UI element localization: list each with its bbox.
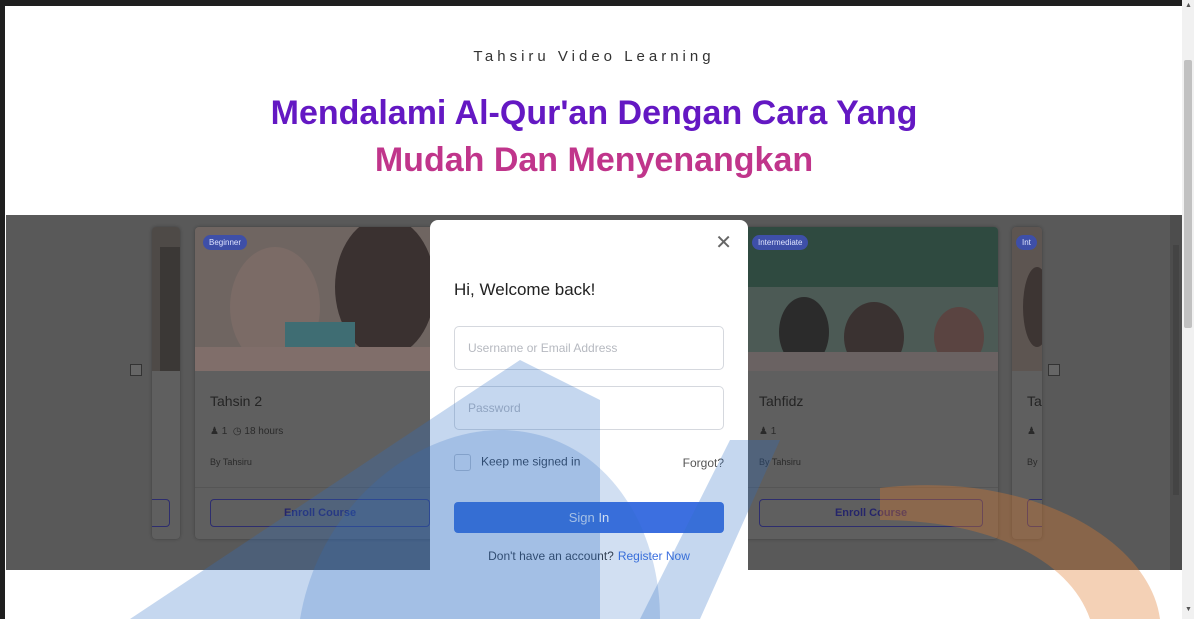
by-label: By [1027, 457, 1038, 467]
no-account-text: Don't have an account? [488, 549, 614, 563]
level-badge: Int [1016, 235, 1037, 250]
modal-title: Hi, Welcome back! [454, 280, 596, 299]
by-label: By [759, 457, 770, 467]
register-now-link[interactable]: Register Now [618, 549, 690, 563]
hero-eyebrow: Tahsiru Video Learning [473, 48, 715, 65]
course-card[interactable]: Int Ta ♟ By [1012, 227, 1042, 539]
keep-signed-in-label: Keep me signed in [481, 454, 581, 469]
user-icon: ♟ [210, 426, 219, 437]
course-author: By Tahsiru [210, 457, 252, 467]
headline-line-1: Mendalami Al-Qur'an Dengan Cara Yang [270, 94, 918, 132]
course-thumbnail [152, 227, 180, 371]
divider [195, 487, 445, 488]
keep-signed-in-checkbox[interactable] [454, 454, 471, 471]
course-title[interactable]: Tahfidz [759, 393, 803, 409]
carousel-prev-checkbox[interactable] [130, 364, 142, 376]
enroll-course-button[interactable]: Enroll Course [210, 499, 430, 527]
password-field[interactable]: Password [454, 386, 724, 430]
course-card[interactable] [152, 227, 180, 539]
headline-line-2: Mudah Dan Menyenangkan [374, 141, 814, 179]
course-duration: 18 hours [244, 426, 284, 437]
enroll-course-button[interactable] [152, 499, 170, 527]
page-scroll-thumb[interactable] [1184, 60, 1192, 328]
username-field[interactable]: Username or Email Address [454, 326, 724, 370]
sign-in-button[interactable]: Sign In [454, 502, 724, 533]
course-card[interactable]: Intermediate Tahfidz ♟ 1 By Tahsiru Enro… [744, 227, 998, 539]
course-meta: ♟ 1 [759, 426, 776, 437]
divider [744, 487, 998, 488]
hero-headline: Mendalami Al-Qur'an Dengan Cara Yang Mud… [6, 90, 1182, 184]
hero-section: Tahsiru Video Learning Mendalami Al-Qur'… [6, 6, 1182, 215]
author-name[interactable]: Tahsiru [223, 457, 252, 467]
register-prompt: Don't have an account? Register Now [430, 549, 748, 563]
enroll-course-button[interactable]: Enroll Course [759, 499, 983, 527]
scroll-up-icon[interactable]: ▲ [1185, 2, 1192, 9]
level-badge: Beginner [203, 235, 248, 250]
author-name[interactable]: Tahsiru [772, 457, 801, 467]
carousel-scroll-thumb[interactable] [1173, 245, 1179, 495]
by-label: By [210, 457, 221, 467]
keep-signed-in[interactable]: Keep me signed in [454, 454, 580, 471]
level-badge: Intermediate [752, 235, 809, 250]
course-title[interactable]: Ta [1027, 393, 1042, 409]
close-icon[interactable]: ✕ [715, 230, 732, 255]
page-scrollbar[interactable]: ▲ ▼ [1182, 0, 1194, 619]
clock-icon: ◷ [232, 426, 242, 437]
course-author: By Tahsiru [759, 457, 801, 467]
course-meta: ♟ 1 ◷ 18 hours [210, 426, 283, 437]
student-count: 1 [221, 426, 228, 437]
carousel-next-checkbox[interactable] [1048, 364, 1060, 376]
login-modal: ✕ Hi, Welcome back! Username or Email Ad… [430, 220, 748, 570]
forgot-password-link[interactable]: Forgot? [683, 456, 724, 470]
enroll-course-button[interactable] [1027, 499, 1042, 527]
course-card[interactable]: Beginner Tahsin 2 ♟ 1 ◷ 18 hours By Tahs… [195, 227, 445, 539]
user-icon: ♟ [1027, 426, 1036, 437]
course-title[interactable]: Tahsin 2 [210, 393, 262, 409]
scroll-down-icon[interactable]: ▼ [1185, 606, 1192, 613]
user-icon: ♟ [759, 426, 768, 437]
carousel-scrollbar[interactable] [1170, 215, 1182, 570]
student-count: 1 [770, 426, 777, 437]
